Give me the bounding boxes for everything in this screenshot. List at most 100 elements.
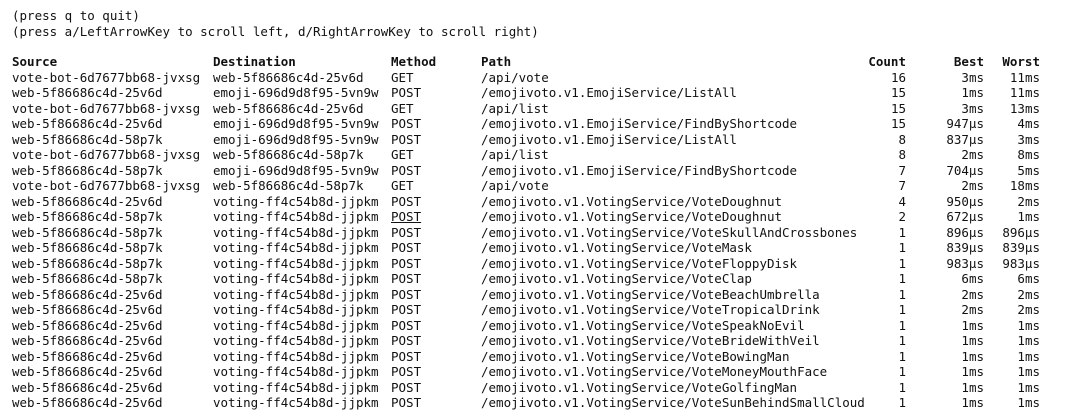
- table-row: web-5f86686c4d-58p7k voting-ff4c54b8d-jjp…: [12, 209, 1068, 225]
- cell-count: 7: [898, 162, 906, 178]
- cell-best: 950µs: [946, 193, 984, 209]
- cell-count: 15: [890, 100, 906, 116]
- cell-source: web-5f86686c4d-25v6d: [12, 348, 163, 364]
- cell-destination: voting-ff4c54b8d-jjpkm: [213, 364, 379, 379]
- cell-best: 1ms: [961, 348, 984, 364]
- table-row: web-5f86686c4d-58p7k voting-ff4c54b8d-jjp…: [12, 256, 1068, 272]
- cell-best: 672µs: [946, 209, 984, 224]
- cell-source: web-5f86686c4d-58p7k: [12, 131, 163, 147]
- table-row: web-5f86686c4d-25v6d voting-ff4c54b8d-jjp…: [12, 287, 1068, 303]
- cell-count: 1: [898, 302, 906, 317]
- cell-best: 3ms: [961, 69, 984, 85]
- table-row: web-5f86686c4d-25v6d voting-ff4c54b8d-jjp…: [12, 364, 1068, 380]
- cell-source: vote-bot-6d7677bb68-jvxsg: [12, 178, 201, 193]
- cell-worst: 6ms: [1017, 271, 1040, 286]
- cell-method: POST: [391, 364, 422, 379]
- cell-best: 2ms: [961, 178, 984, 193]
- cell-worst: 13ms: [1009, 100, 1040, 116]
- cell-path: /emojivoto.v1.EmojiService/FindByShortco…: [481, 162, 798, 178]
- table-row: web-5f86686c4d-25v6d voting-ff4c54b8d-jjp…: [12, 194, 1068, 210]
- cell-method: POST: [391, 302, 422, 317]
- cell-count: 15: [890, 116, 906, 131]
- cell-destination: web-5f86686c4d-58p7k: [213, 147, 364, 162]
- cell-count: 15: [890, 85, 906, 100]
- cell-count: 1: [898, 255, 906, 271]
- table-row: web-5f86686c4d-25v6d emoji-696d9d8f95-5vn…: [12, 85, 1068, 101]
- table-row: web-5f86686c4d-58p7k voting-ff4c54b8d-jjp…: [12, 271, 1068, 287]
- cell-destination: voting-ff4c54b8d-jjpkm: [213, 193, 379, 209]
- cell-worst: 5ms: [1017, 162, 1040, 178]
- cell-destination: emoji-696d9d8f95-5vn9w: [213, 85, 379, 100]
- cell-best: 839µs: [946, 240, 984, 255]
- cell-source: vote-bot-6d7677bb68-jvxsg: [12, 100, 201, 116]
- cell-method: POST: [391, 255, 422, 271]
- cell-best: 1ms: [961, 379, 984, 395]
- cell-source: web-5f86686c4d-25v6d: [12, 193, 163, 209]
- table-row: vote-bot-6d7677bb68-jvxsg web-5f86686c4d-…: [12, 178, 1068, 194]
- table-row: web-5f86686c4d-25v6d voting-ff4c54b8d-jjp…: [12, 333, 1068, 349]
- cell-path: /emojivoto.v1.VotingService/VoteGolfingM…: [481, 379, 798, 395]
- cell-path: /emojivoto.v1.VotingService/VoteDoughnut: [481, 209, 783, 224]
- cell-destination: web-5f86686c4d-58p7k: [213, 178, 364, 193]
- cell-path: /api/vote: [481, 178, 549, 193]
- cell-best: 3ms: [961, 100, 984, 116]
- cell-method: POST: [391, 333, 422, 348]
- cell-worst: 2ms: [1017, 286, 1040, 302]
- cell-destination: web-5f86686c4d-25v6d: [213, 69, 364, 85]
- cell-source: web-5f86686c4d-25v6d: [12, 317, 163, 333]
- cell-best: 896µs: [946, 224, 984, 240]
- cell-method: GET: [391, 147, 414, 162]
- cell-destination: voting-ff4c54b8d-jjpkm: [213, 240, 379, 255]
- cell-source: web-5f86686c4d-58p7k: [12, 224, 163, 240]
- cell-count: 8: [898, 147, 906, 162]
- cell-method: POST: [391, 193, 422, 209]
- cell-source: web-5f86686c4d-25v6d: [12, 116, 163, 131]
- cell-count: 1: [898, 224, 906, 240]
- cell-source: web-5f86686c4d-25v6d: [12, 302, 163, 317]
- cell-worst: 1ms: [1017, 364, 1040, 379]
- cell-count: 8: [898, 131, 906, 147]
- table-row: web-5f86686c4d-25v6d voting-ff4c54b8d-jjp…: [12, 302, 1068, 318]
- cell-count: 1: [898, 240, 906, 255]
- scroll-hint: (press a/LeftArrowKey to scroll left, d/…: [12, 23, 539, 39]
- cell-count: 1: [898, 286, 906, 302]
- cell-worst: 2ms: [1017, 302, 1040, 317]
- table-row: vote-bot-6d7677bb68-jvxsg web-5f86686c4d-…: [12, 101, 1068, 117]
- terminal-window: (press q to quit) (press a/LeftArrowKey …: [0, 0, 1080, 417]
- table-header: Source Destination Method Path Count Bes…: [12, 54, 1068, 70]
- cell-best: 947µs: [946, 116, 984, 131]
- cell-path: /emojivoto.v1.EmojiService/ListAll: [481, 85, 737, 100]
- cell-source: vote-bot-6d7677bb68-jvxsg: [12, 69, 201, 85]
- cell-path: /emojivoto.v1.EmojiService/FindByShortco…: [481, 116, 798, 131]
- cell-method: POST: [391, 131, 422, 147]
- cell-method: POST: [391, 240, 422, 255]
- cell-method: GET: [391, 100, 414, 116]
- cell-path: /emojivoto.v1.VotingService/VoteBeachUmb…: [481, 286, 820, 302]
- cell-source: web-5f86686c4d-58p7k: [12, 240, 163, 255]
- cell-destination: voting-ff4c54b8d-jjpkm: [213, 333, 379, 348]
- cell-worst: 8ms: [1017, 147, 1040, 162]
- cell-destination: voting-ff4c54b8d-jjpkm: [213, 395, 379, 410]
- cell-worst: 983µs: [1002, 255, 1040, 271]
- cell-worst: 839µs: [1002, 240, 1040, 255]
- cell-destination: voting-ff4c54b8d-jjpkm: [213, 209, 379, 224]
- cell-destination: web-5f86686c4d-25v6d: [213, 100, 364, 116]
- cell-destination: emoji-696d9d8f95-5vn9w: [213, 131, 379, 147]
- cell-worst: 1ms: [1017, 317, 1040, 333]
- table-row: web-5f86686c4d-58p7k emoji-696d9d8f95-5vn…: [12, 132, 1068, 148]
- cell-count: 1: [898, 379, 906, 395]
- cell-count: 4: [898, 193, 906, 209]
- column-header-destination: Destination: [213, 54, 296, 69]
- cell-path: /emojivoto.v1.VotingService/VoteTropical…: [481, 302, 820, 317]
- cell-path: /emojivoto.v1.EmojiService/ListAll: [481, 131, 737, 147]
- cell-method: POST: [391, 209, 422, 224]
- cell-source: web-5f86686c4d-58p7k: [12, 162, 163, 178]
- cell-path: /emojivoto.v1.VotingService/VoteClap: [481, 271, 752, 286]
- cell-best: 983µs: [946, 255, 984, 271]
- cell-path: /emojivoto.v1.VotingService/VoteBrideWit…: [481, 333, 820, 348]
- table-row: web-5f86686c4d-25v6d voting-ff4c54b8d-jjp…: [12, 380, 1068, 396]
- cell-destination: emoji-696d9d8f95-5vn9w: [213, 116, 379, 131]
- cell-best: 2ms: [961, 286, 984, 302]
- cell-source: web-5f86686c4d-25v6d: [12, 333, 163, 348]
- table-row: web-5f86686c4d-25v6d voting-ff4c54b8d-jjp…: [12, 318, 1068, 334]
